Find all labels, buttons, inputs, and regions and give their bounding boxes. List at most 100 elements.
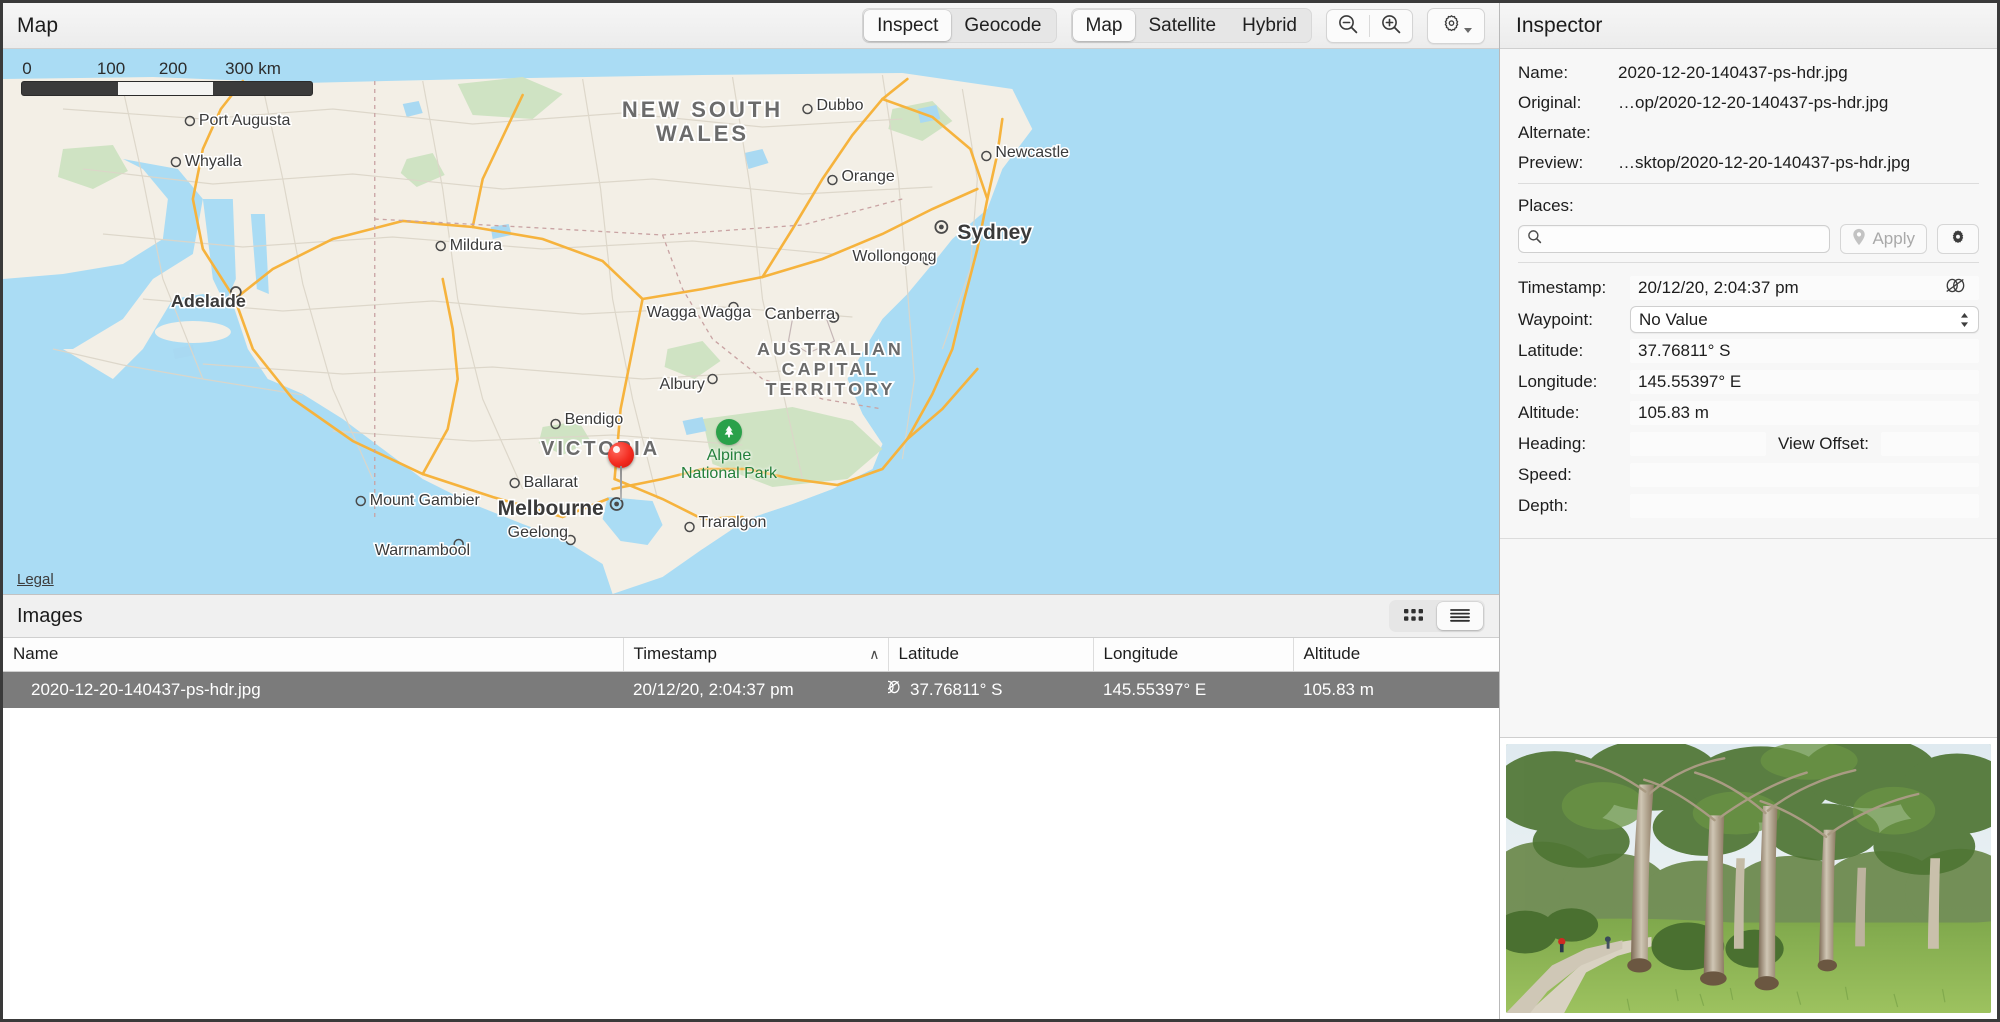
field-timestamp-value: 20/12/20, 2:04:37 pm xyxy=(1638,278,1799,297)
field-preview-row: Preview: …sktop/2020-12-20-140437-ps-hdr… xyxy=(1518,153,1979,173)
map-mode-segmented-control[interactable]: Inspect Geocode xyxy=(862,7,1057,44)
map-pin-selected-image[interactable] xyxy=(608,442,634,500)
images-table: Name Timestamp ∧ Latitude Longitude Alti… xyxy=(3,638,1499,708)
sort-ascending-icon: ∧ xyxy=(869,645,880,662)
field-longitude-row: Longitude: 145.55397° E xyxy=(1518,369,1979,395)
field-speed-value-box[interactable] xyxy=(1630,463,1979,487)
inspector-title: Inspector xyxy=(1516,13,1603,37)
svg-text:Port Augusta: Port Augusta xyxy=(199,112,291,129)
svg-text:Sydney: Sydney xyxy=(957,221,1032,244)
svg-text:Traralgon: Traralgon xyxy=(699,514,767,531)
column-header-longitude[interactable]: Longitude xyxy=(1092,638,1293,672)
field-longitude-value-box[interactable]: 145.55397° E xyxy=(1630,370,1979,394)
cell-altitude: 105.83 m xyxy=(1303,679,1374,699)
svg-text:Mildura: Mildura xyxy=(450,237,503,254)
grid-view-icon xyxy=(1403,607,1425,626)
gear-icon xyxy=(1441,13,1462,39)
inspector-body: Name: 2020-12-20-140437-ps-hdr.jpg Origi… xyxy=(1500,49,1997,524)
map-settings-button[interactable] xyxy=(1427,7,1485,44)
field-alternate-label: Alternate: xyxy=(1518,123,1591,142)
field-heading-label: Heading: xyxy=(1518,434,1587,453)
svg-text:VICTORIA: VICTORIA xyxy=(541,438,660,460)
map-panel-title: Map xyxy=(17,13,59,37)
column-header-altitude[interactable]: Altitude xyxy=(1292,638,1499,672)
places-search-row: Apply xyxy=(1518,224,1979,254)
field-waypoint-label: Waypoint: xyxy=(1518,309,1593,329)
field-view-offset-label: View Offset: xyxy=(1778,434,1870,453)
field-heading-row: Heading: View Offset: xyxy=(1518,431,1979,457)
tab-map[interactable]: Map xyxy=(1072,9,1136,42)
list-view-icon xyxy=(1449,607,1471,626)
places-settings-button[interactable] xyxy=(1937,224,1979,254)
view-mode-segmented-control[interactable] xyxy=(1389,600,1485,632)
cell-timestamp: 20/12/20, 2:04:37 pm xyxy=(633,679,794,699)
tab-geocode[interactable]: Geocode xyxy=(951,10,1054,42)
gear-icon xyxy=(1949,228,1967,251)
svg-text:Ballarat: Ballarat xyxy=(524,474,579,491)
apply-button[interactable]: Apply xyxy=(1840,224,1927,254)
map-pin-icon xyxy=(1852,228,1866,251)
column-header-latitude[interactable]: Latitude xyxy=(887,638,1093,672)
tab-satellite[interactable]: Satellite xyxy=(1135,10,1229,42)
column-header-name[interactable]: Name xyxy=(3,638,623,672)
svg-text:WALES: WALES xyxy=(656,121,749,146)
grid-view-button[interactable] xyxy=(1391,602,1437,630)
preview-image-graphic xyxy=(1506,744,1991,1013)
cell-latitude-value: 37.76811° S xyxy=(910,679,1003,699)
places-search-field[interactable] xyxy=(1518,225,1831,253)
field-alternate-row: Alternate: xyxy=(1518,123,1979,143)
svg-text:Mount Gambier: Mount Gambier xyxy=(370,492,481,509)
map-and-images-column: Map Inspect Geocode Map Satellite Hybrid xyxy=(3,3,1500,1019)
column-header-timestamp[interactable]: Timestamp ∧ xyxy=(622,638,888,672)
svg-text:CAPITAL: CAPITAL xyxy=(782,359,880,379)
field-speed-row: Speed: xyxy=(1518,462,1979,488)
field-preview-value: …sktop/2020-12-20-140437-ps-hdr.jpg xyxy=(1618,153,1911,172)
map-graphic: Sydney Melbourne Adelaide Canberra Port … xyxy=(3,49,1499,594)
zoom-out-button[interactable] xyxy=(1327,10,1369,42)
images-table-container[interactable]: Name Timestamp ∧ Latitude Longitude Alti… xyxy=(3,638,1499,1019)
map-pin-stem xyxy=(620,466,622,500)
svg-text:TERRITORY: TERRITORY xyxy=(766,379,896,399)
list-view-button[interactable] xyxy=(1437,602,1483,630)
search-icon xyxy=(1527,229,1542,249)
places-search-input[interactable] xyxy=(1548,229,1822,249)
preview-image[interactable] xyxy=(1506,744,1991,1013)
inspector-panel: Inspector Name: 2020-12-20-140437-ps-hdr… xyxy=(1500,3,1997,1019)
chevron-updown-icon xyxy=(1959,311,1970,329)
table-header-row: Name Timestamp ∧ Latitude Longitude Alti… xyxy=(3,638,1499,672)
legal-link[interactable]: Legal xyxy=(17,571,54,588)
field-view-offset-value-box[interactable] xyxy=(1881,432,1979,456)
places-label: Places: xyxy=(1518,196,1574,215)
waypoint-select[interactable]: No Value xyxy=(1630,306,1979,333)
svg-text:Whyalla: Whyalla xyxy=(185,153,242,170)
field-depth-label: Depth: xyxy=(1518,496,1569,515)
map-pin-icon xyxy=(608,442,634,468)
tab-inspect[interactable]: Inspect xyxy=(864,9,952,42)
field-altitude-value-box[interactable]: 105.83 m xyxy=(1630,401,1979,425)
zoom-in-icon xyxy=(1380,13,1402,38)
no-timezone-icon xyxy=(1943,277,1967,299)
field-latitude-value: 37.76811° S xyxy=(1638,341,1731,360)
images-panel-header: Images xyxy=(3,594,1499,638)
zoom-in-button[interactable] xyxy=(1370,10,1412,42)
table-row[interactable]: 2020-12-20-140437-ps-hdr.jpg 20/12/20, 2… xyxy=(3,671,1499,708)
svg-text:Adelaide: Adelaide xyxy=(171,291,246,311)
apply-button-label: Apply xyxy=(1872,229,1915,248)
column-header-altitude-label: Altitude xyxy=(1303,644,1361,663)
field-depth-value-box[interactable] xyxy=(1630,494,1979,518)
field-latitude-value-box[interactable]: 37.76811° S xyxy=(1630,339,1979,363)
field-timestamp-value-box[interactable]: 20/12/20, 2:04:37 pm xyxy=(1630,276,1979,300)
field-altitude-label: Altitude: xyxy=(1518,403,1580,422)
map-layer-segmented-control[interactable]: Map Satellite Hybrid xyxy=(1070,7,1312,44)
svg-text:Bendigo: Bendigo xyxy=(565,411,624,428)
field-original-row: Original: …op/2020-12-20-140437-ps-hdr.j… xyxy=(1518,93,1979,113)
svg-text:Dubbo: Dubbo xyxy=(816,97,863,114)
field-original-value: …op/2020-12-20-140437-ps-hdr.jpg xyxy=(1618,93,1889,112)
tab-hybrid[interactable]: Hybrid xyxy=(1229,10,1310,42)
field-name-value: 2020-12-20-140437-ps-hdr.jpg xyxy=(1618,63,1848,82)
column-header-name-label: Name xyxy=(13,644,59,663)
waypoint-select-value: No Value xyxy=(1639,309,1708,329)
inspector-header: Inspector xyxy=(1500,3,1997,49)
map-canvas[interactable]: Sydney Melbourne Adelaide Canberra Port … xyxy=(3,49,1499,594)
field-heading-value-box[interactable] xyxy=(1630,432,1766,456)
